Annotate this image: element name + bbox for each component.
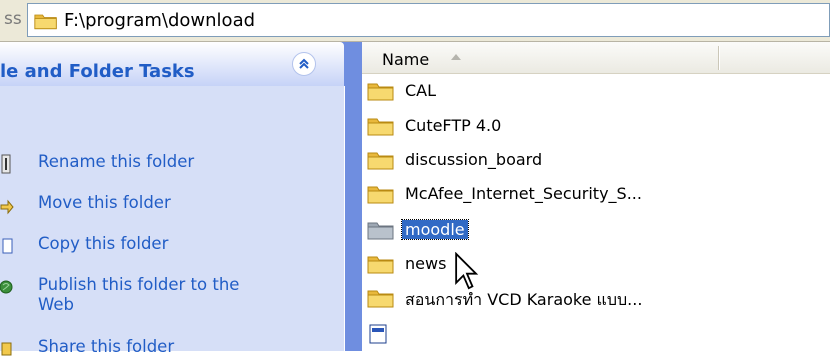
address-bar: ss F:\program\download: [0, 0, 830, 42]
file-name: moodle: [401, 219, 469, 240]
move-icon: [0, 199, 14, 215]
column-header-name[interactable]: Name: [382, 50, 429, 69]
folder-icon: [367, 287, 395, 309]
folder-icon: [367, 115, 395, 137]
copy-icon: [2, 238, 13, 254]
file-name: news: [405, 254, 447, 273]
task-label: Copy this folder: [38, 234, 169, 253]
folder-icon: [367, 183, 395, 205]
publish-icon: [0, 280, 13, 294]
task-label-line2: Web: [38, 295, 74, 314]
task-pane-body: Rename this folder Move this folder Copy…: [0, 86, 345, 356]
task-label: Move this folder: [38, 193, 171, 212]
task-label: Rename this folder: [38, 152, 195, 171]
collapse-button[interactable]: [292, 52, 316, 76]
folder-icon: [34, 11, 58, 31]
file-name: CuteFTP 4.0: [405, 116, 502, 135]
folder-icon: [367, 80, 395, 102]
address-input[interactable]: F:\program\download: [27, 3, 830, 37]
column-divider-highlight: [719, 46, 720, 70]
address-path: F:\program\download: [64, 10, 256, 31]
task-label: Share this folder: [38, 337, 175, 356]
folder-icon: [367, 149, 395, 171]
column-header-bar: Name: [362, 42, 830, 74]
file-name: CAL: [405, 81, 437, 100]
sort-ascending-icon: [451, 54, 461, 60]
folder-icon: [367, 253, 395, 275]
share-icon: [1, 342, 12, 356]
chevron-up-icon: [299, 58, 309, 69]
task-pane-title[interactable]: le and Folder Tasks: [0, 61, 195, 82]
file-name: สอนการทำ VCD Karaoke แบบ...: [405, 290, 643, 309]
rename-icon: [1, 154, 11, 174]
folder-icon: [367, 219, 395, 241]
mouse-pointer-icon: [455, 252, 479, 290]
file-list[interactable]: Name CAL CuteFTP 4.0 discussion_board Mc…: [362, 42, 830, 351]
file-name: discussion_board: [405, 150, 543, 169]
task-label: Publish this folder to the: [38, 275, 240, 294]
address-label: ss: [4, 9, 22, 29]
file-name: McAfee_Internet_Security_S...: [405, 184, 642, 203]
file-icon: [369, 324, 387, 344]
